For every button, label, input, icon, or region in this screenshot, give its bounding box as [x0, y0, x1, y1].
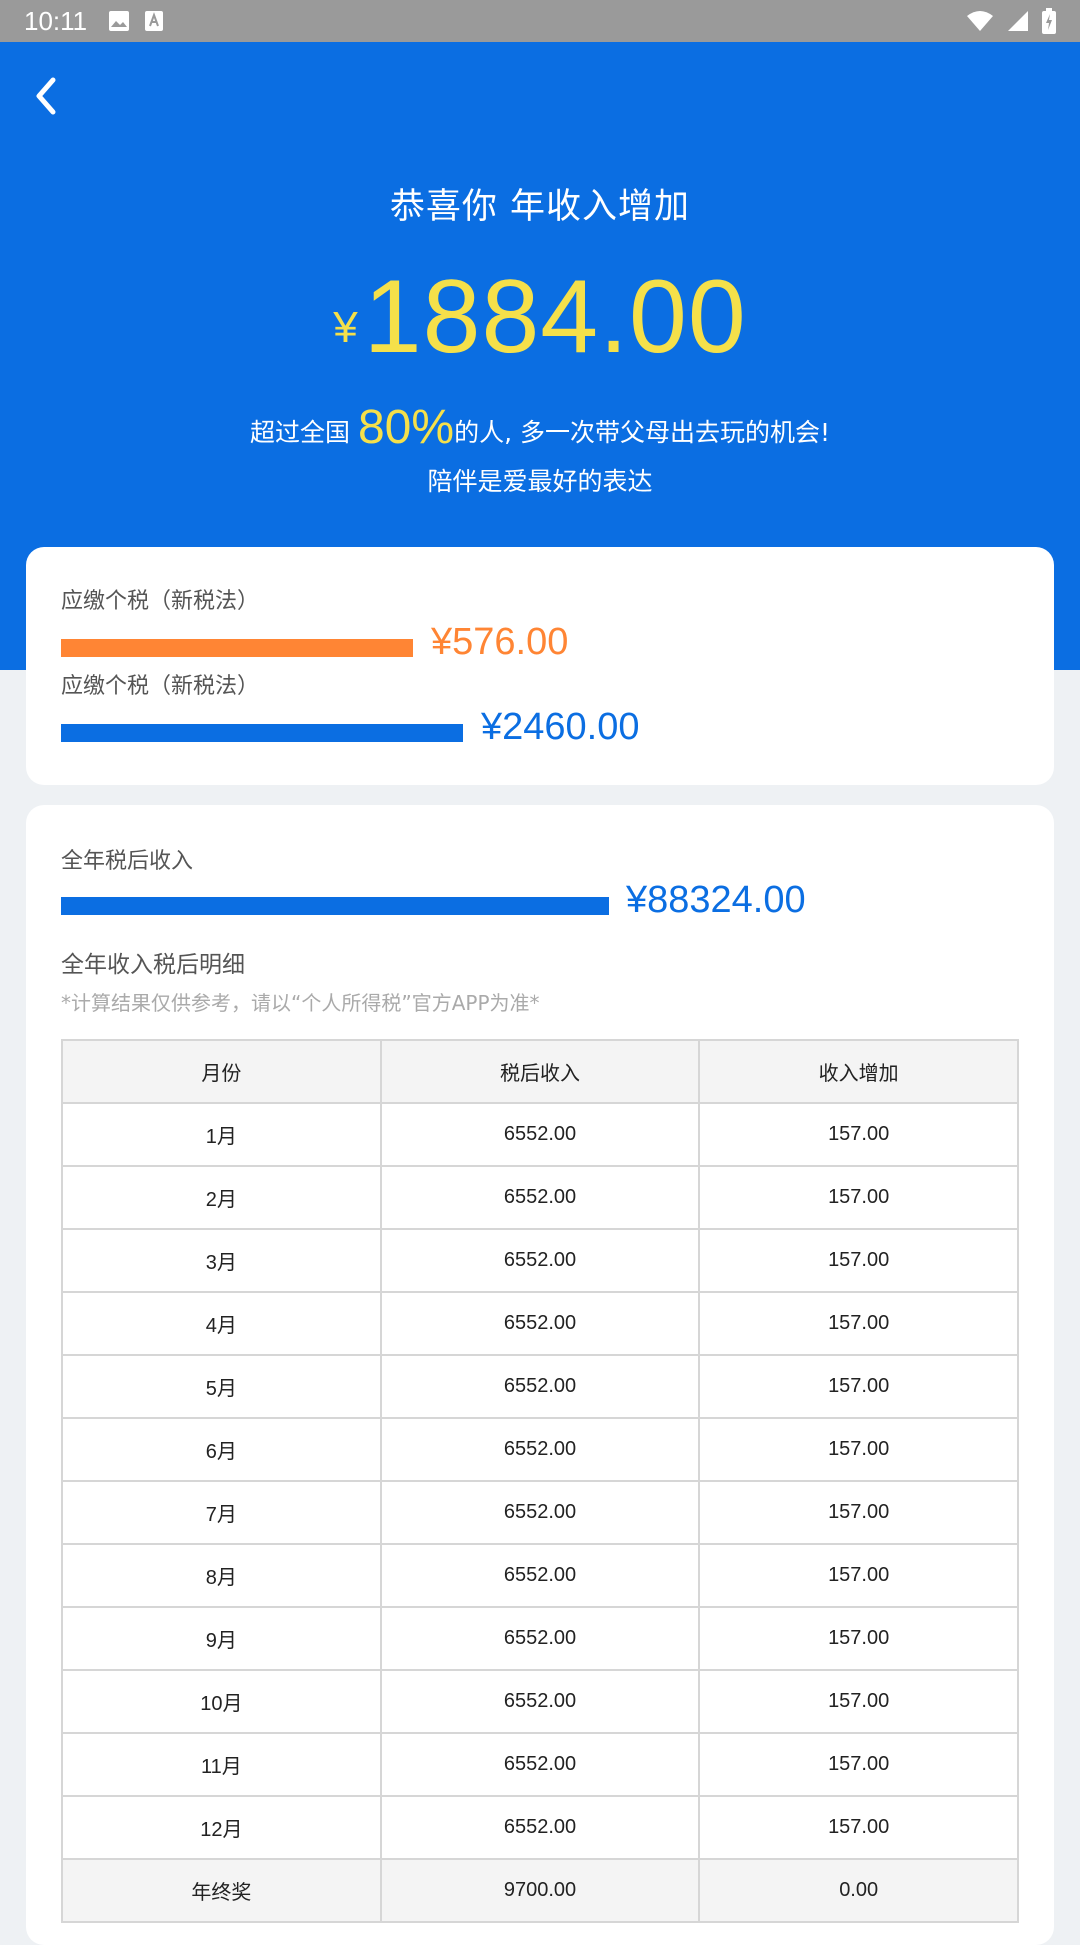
detail-title: 全年收入税后明细 — [61, 952, 245, 978]
signal-icon — [1006, 9, 1030, 37]
chevron-left-icon — [36, 77, 56, 115]
wifi-icon — [966, 9, 994, 37]
ranking-message: 超过全国 80%的人, 多一次带父母出去玩的机会! — [0, 400, 1080, 455]
annual-income-label: 全年税后收入 — [61, 849, 194, 874]
annual-income-value: ¥88324.00 — [626, 879, 806, 921]
table-row: 5月 6552.00 157.00 — [61, 1354, 1019, 1419]
month-cell: 年终奖 — [61, 1858, 382, 1923]
status-notifications — [108, 10, 164, 36]
increase-cell: 157.00 — [698, 1228, 1019, 1293]
increase-cell: 157.00 — [698, 1291, 1019, 1356]
ranking-suffix: 的人, 多一次带父母出去玩的机会! — [454, 418, 830, 447]
increase-cell: 157.00 — [698, 1165, 1019, 1230]
after-tax-cell: 6552.00 — [379, 1480, 701, 1545]
increase-cell: 157.00 — [698, 1102, 1019, 1167]
tax-old-bar — [61, 724, 463, 742]
monthly-detail-table: 月份 税后收入 收入增加 1月 6552.00 157.00 2月 6552.00 15… — [61, 1039, 1019, 1923]
column-header-after-tax: 税后收入 — [379, 1039, 701, 1104]
month-cell: 7月 — [61, 1480, 382, 1545]
month-cell: 12月 — [61, 1795, 382, 1860]
ranking-percent: 80% — [357, 401, 455, 454]
table-row: 2月 6552.00 157.00 — [61, 1165, 1019, 1230]
table-row: 4月 6552.00 157.00 — [61, 1291, 1019, 1356]
column-header-month: 月份 — [61, 1039, 382, 1104]
after-tax-cell: 6552.00 — [379, 1543, 701, 1608]
month-cell: 6月 — [61, 1417, 382, 1482]
increase-cell: 157.00 — [698, 1417, 1019, 1482]
income-increase-amount: ¥1884.00 — [0, 258, 1080, 377]
month-cell: 9月 — [61, 1606, 382, 1671]
ranking-prefix: 超过全国 — [250, 418, 351, 447]
table-row: 12月 6552.00 157.00 — [61, 1795, 1019, 1860]
tax-old-label: 应缴个税（新税法） — [61, 674, 260, 699]
tax-new-value: ¥576.00 — [431, 621, 569, 663]
table-row: 11月 6552.00 157.00 — [61, 1732, 1019, 1797]
table-row: 7月 6552.00 157.00 — [61, 1480, 1019, 1545]
tax-comparison-card: 应缴个税（新税法） ¥576.00 应缴个税（新税法） ¥2460.00 — [26, 547, 1054, 785]
table-row: 6月 6552.00 157.00 — [61, 1417, 1019, 1482]
increase-cell: 157.00 — [698, 1354, 1019, 1419]
month-cell: 5月 — [61, 1354, 382, 1419]
column-header-increase: 收入增加 — [698, 1039, 1019, 1104]
font-icon — [144, 10, 164, 36]
month-cell: 10月 — [61, 1669, 382, 1734]
increase-cell: 157.00 — [698, 1732, 1019, 1797]
table-row-bonus: 年终奖 9700.00 0.00 — [61, 1858, 1019, 1923]
after-tax-cell: 9700.00 — [379, 1858, 701, 1923]
table-row: 8月 6552.00 157.00 — [61, 1543, 1019, 1608]
increase-cell: 157.00 — [698, 1669, 1019, 1734]
table-header-row: 月份 税后收入 收入增加 — [61, 1039, 1019, 1104]
status-bar: 10:11 — [0, 0, 1080, 42]
page-title: 恭喜你 年收入增加 — [389, 187, 691, 227]
after-tax-cell: 6552.00 — [379, 1228, 701, 1293]
tax-old-value: ¥2460.00 — [481, 706, 640, 748]
month-cell: 8月 — [61, 1543, 382, 1608]
after-tax-cell: 6552.00 — [379, 1795, 701, 1860]
currency-symbol: ¥ — [333, 303, 358, 352]
month-cell: 1月 — [61, 1102, 382, 1167]
image-icon — [108, 10, 130, 36]
table-row: 3月 6552.00 157.00 — [61, 1228, 1019, 1293]
after-tax-cell: 6552.00 — [379, 1165, 701, 1230]
table-row: 10月 6552.00 157.00 — [61, 1669, 1019, 1734]
table-row: 1月 6552.00 157.00 — [61, 1102, 1019, 1167]
table-row: 9月 6552.00 157.00 — [61, 1606, 1019, 1671]
after-tax-cell: 6552.00 — [379, 1354, 701, 1419]
amount-value: 1884.00 — [363, 259, 747, 375]
back-button[interactable] — [22, 72, 70, 120]
month-cell: 11月 — [61, 1732, 382, 1797]
slogan: 陪伴是爱最好的表达 — [427, 467, 653, 496]
increase-cell: 157.00 — [698, 1480, 1019, 1545]
status-time: 10:11 — [24, 6, 88, 36]
month-cell: 3月 — [61, 1228, 382, 1293]
status-system-icons — [966, 8, 1056, 38]
increase-cell: 157.00 — [698, 1543, 1019, 1608]
battery-icon — [1042, 8, 1056, 38]
increase-cell: 0.00 — [698, 1858, 1019, 1923]
increase-cell: 157.00 — [698, 1795, 1019, 1860]
after-tax-cell: 6552.00 — [379, 1102, 701, 1167]
tax-new-label: 应缴个税（新税法） — [61, 589, 260, 614]
after-tax-cell: 6552.00 — [379, 1732, 701, 1797]
month-cell: 4月 — [61, 1291, 382, 1356]
annual-income-bar — [61, 897, 609, 915]
disclaimer-note: *计算结果仅供参考，请以“个人所得税”官方APP为准* — [61, 991, 540, 1015]
after-tax-cell: 6552.00 — [379, 1417, 701, 1482]
after-tax-cell: 6552.00 — [379, 1291, 701, 1356]
increase-cell: 157.00 — [698, 1606, 1019, 1671]
month-cell: 2月 — [61, 1165, 382, 1230]
after-tax-cell: 6552.00 — [379, 1606, 701, 1671]
tax-new-bar — [61, 639, 413, 657]
income-card: 全年税后收入 ¥88324.00 全年收入税后明细 *计算结果仅供参考，请以“个… — [26, 805, 1054, 1945]
after-tax-cell: 6552.00 — [379, 1669, 701, 1734]
